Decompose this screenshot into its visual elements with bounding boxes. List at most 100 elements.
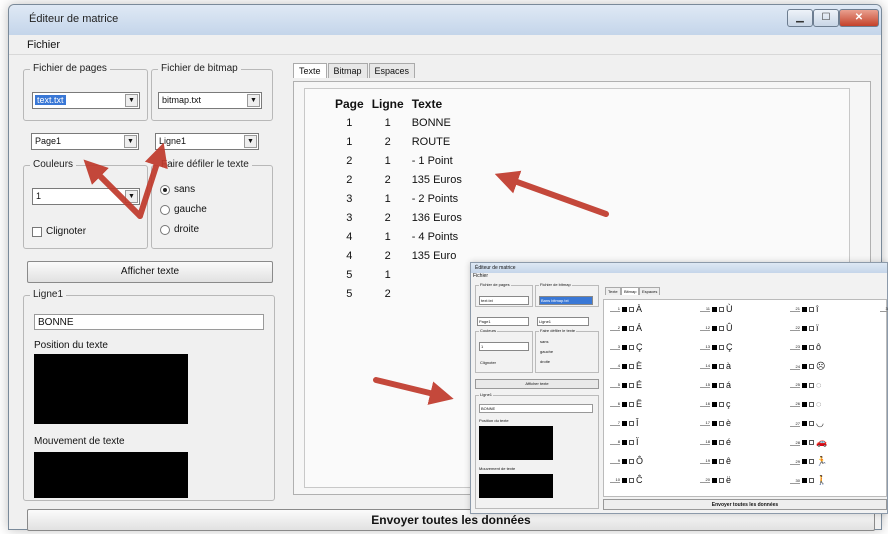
table-row[interactable]: 1 2 ROUTE [335, 136, 470, 155]
table-row[interactable]: 21- 1 Point [335, 155, 470, 174]
overlay-line-select[interactable]: Ligne1 [537, 317, 589, 326]
overlay-send-button[interactable]: Envoyer toutes les données [603, 499, 887, 510]
overlay-tab-bitmap[interactable]: Bitmap [621, 287, 640, 295]
colors-combo[interactable]: 1 ▼ [32, 188, 140, 205]
bitmap-cell[interactable]: 17 è [700, 418, 731, 428]
table-row[interactable]: 1 1 BONNE [335, 117, 470, 136]
overlay-scroll-gauche[interactable]: gauche [540, 349, 553, 354]
overlay-blink-label[interactable]: Clignoter [480, 360, 496, 365]
show-text-button[interactable]: Afficher texte [27, 261, 273, 283]
bitmap-cell[interactable]: 30 🚶 [790, 475, 827, 486]
tab-texte[interactable]: Texte [293, 63, 327, 78]
bitmap-cell[interactable]: 10 Ĉ [610, 475, 643, 485]
overlay-colors-combo[interactable]: 1 [479, 342, 529, 351]
bitmap-cell[interactable]: 31☺ [880, 304, 888, 314]
table-row[interactable]: 51 [335, 269, 470, 288]
scroll-radio-gauche[interactable]: gauche [160, 204, 207, 215]
overlay-bitmap-combo[interactable]: Bans bitmap.txt [539, 296, 593, 305]
table-row[interactable]: 4 2 135 Euro [335, 250, 470, 269]
bitmap-cell[interactable]: 24 ☹ [790, 361, 825, 372]
bitmap-cell[interactable]: 27 ◡ [790, 418, 824, 429]
overlay-line-input[interactable]: BONNE [479, 404, 593, 413]
table-row[interactable]: 41- 4 Points [335, 231, 470, 250]
table-row[interactable]: 31- 2 Points [335, 193, 470, 212]
cell-page[interactable]: 2 [335, 174, 372, 193]
bitmap-cell[interactable]: 16 ç [700, 399, 731, 409]
cell-texte[interactable]: 135 Euros [412, 174, 470, 193]
cell-page[interactable]: 3 [335, 193, 372, 212]
header-page[interactable]: Page [335, 97, 372, 117]
cell-page[interactable]: 2 [335, 155, 372, 174]
cell-texte[interactable]: ROUTE [412, 136, 470, 155]
cell-ligne[interactable]: 2 [372, 212, 412, 231]
bitmap-cell[interactable]: 1À [610, 304, 642, 314]
bitmap-cell[interactable]: 18 é [700, 437, 731, 447]
cell-texte[interactable] [412, 288, 470, 307]
cell-page[interactable]: 5 [335, 269, 372, 288]
tab-espaces[interactable]: Espaces [368, 63, 416, 78]
cell-ligne[interactable]: 2 [372, 174, 412, 193]
line-text-input[interactable]: BONNE [34, 314, 264, 330]
bitmap-cell[interactable]: 19 ê [700, 456, 731, 466]
bitmap-cell[interactable]: 4È [610, 361, 642, 371]
cell-ligne[interactable]: 1 [372, 193, 412, 212]
cell-texte[interactable]: - 1 Point [412, 155, 470, 174]
overlay-scroll-droite[interactable]: droite [540, 359, 550, 364]
cell-ligne[interactable]: 1 [372, 117, 412, 136]
cell-ligne[interactable]: 2 [372, 288, 412, 307]
close-button[interactable]: ✕ [839, 9, 879, 27]
overlay-page-select[interactable]: Page1 [477, 317, 529, 326]
cell-texte[interactable]: - 2 Points [412, 193, 470, 212]
bitmap-cell[interactable]: 14 à [700, 361, 731, 371]
scroll-radio-sans[interactable]: sans [160, 184, 195, 195]
cell-page[interactable]: 4 [335, 250, 372, 269]
minimize-button[interactable]: ▁ [787, 9, 813, 27]
cell-ligne[interactable]: 2 [372, 250, 412, 269]
menu-fichier[interactable]: Fichier [27, 39, 60, 51]
cell-ligne[interactable]: 2 [372, 136, 412, 155]
table-row[interactable]: 52 [335, 288, 470, 307]
bitmap-cell[interactable]: 12 Û [700, 323, 733, 333]
bitmap-cell[interactable]: 29 🏃 [790, 456, 827, 467]
bitmap-cell[interactable]: 11 Ù [700, 304, 733, 314]
bitmap-file-combo[interactable]: bitmap.txt ▼ [158, 92, 262, 109]
title-bar[interactable]: Éditeur de matrice ▁ ☐ ✕ [9, 5, 881, 35]
overlay-tab-espaces[interactable]: Espaces [639, 287, 661, 295]
cell-texte[interactable] [412, 269, 470, 288]
blink-checkbox[interactable]: Clignoter [32, 226, 86, 237]
cell-ligne[interactable]: 1 [372, 269, 412, 288]
bitmap-cell[interactable]: 23 ô [790, 342, 821, 352]
cell-texte[interactable]: 136 Euros [412, 212, 470, 231]
bitmap-cell[interactable]: 28 🚗 [790, 437, 827, 448]
table-row[interactable]: 2 2 135 Euros [335, 174, 470, 193]
cell-page[interactable]: 4 [335, 231, 372, 250]
maximize-button[interactable]: ☐ [813, 9, 839, 27]
bitmap-cell[interactable]: 13 Ç [700, 342, 733, 352]
bitmap-cell[interactable]: 6Ë [610, 399, 642, 409]
table-row[interactable]: 3 2 136 Euros [335, 212, 470, 231]
bitmap-cell[interactable]: 15 á [700, 380, 731, 390]
bitmap-cell[interactable]: 26 ◌ [790, 399, 821, 409]
bitmap-cell[interactable]: 8Ï [610, 437, 639, 447]
header-ligne[interactable]: Ligne [372, 97, 412, 117]
bitmap-cell[interactable]: 3Ç [610, 342, 643, 352]
bitmap-cell[interactable]: 20 ë [700, 475, 731, 485]
cell-page[interactable]: 3 [335, 212, 372, 231]
overlay-tab-texte[interactable]: Texte [605, 287, 621, 295]
bitmap-cell[interactable]: 25 ◌ [790, 380, 821, 390]
cell-texte[interactable]: - 4 Points [412, 231, 470, 250]
cell-texte[interactable]: 135 Euro [412, 250, 470, 269]
bitmap-cell[interactable]: 21 î [790, 304, 819, 314]
cell-ligne[interactable]: 1 [372, 231, 412, 250]
bitmap-cell[interactable]: 7Î [610, 418, 639, 428]
page-select[interactable]: Page1 ▼ [31, 133, 139, 150]
overlay-pages-combo[interactable]: text.txt [479, 296, 529, 305]
pages-file-combo[interactable]: text.txt ▼ [32, 92, 140, 109]
scroll-radio-droite[interactable]: droite [160, 224, 199, 235]
bitmap-cell[interactable]: 2Á [610, 323, 642, 333]
cell-page[interactable]: 1 [335, 117, 372, 136]
overlay-show-text-button[interactable]: Afficher texte [475, 379, 599, 389]
cell-ligne[interactable]: 1 [372, 155, 412, 174]
bitmap-cell[interactable]: 5É [610, 380, 642, 390]
cell-texte[interactable]: BONNE [412, 117, 470, 136]
